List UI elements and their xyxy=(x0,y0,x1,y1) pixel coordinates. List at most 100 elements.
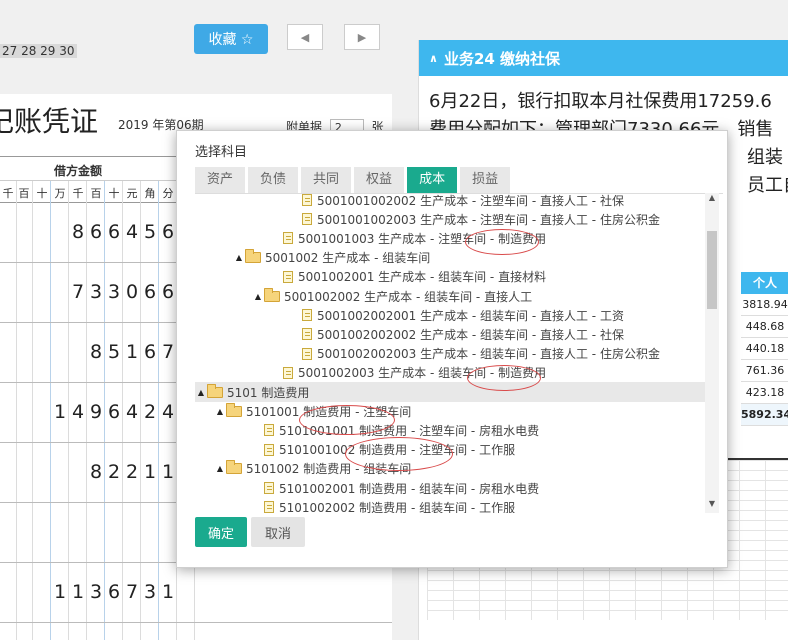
amount-digit: 6 xyxy=(161,221,175,243)
tab-5[interactable]: 损益 xyxy=(460,167,511,193)
expand-toggle-icon[interactable]: ▲ xyxy=(233,253,245,262)
tree-node[interactable]: 5001002002001 生产成本 - 组装车间 - 直接人工 - 工资 xyxy=(195,305,705,325)
amount-digit: 2 xyxy=(125,461,139,483)
tree-node[interactable]: ▲ 5101002 制造费用 - 组装车间 xyxy=(195,459,705,479)
file-icon xyxy=(283,366,293,379)
personal-column-header: 个人 xyxy=(741,272,788,294)
folder-icon xyxy=(226,460,242,475)
select-account-dialog: 选择科目 资产 负债 共同 权益 成本 损益 5001001002002 生产成本 - 注… xyxy=(176,130,728,568)
file-icon xyxy=(302,194,312,206)
tree-node[interactable]: 5101001002 制造费用 - 注塑车间 - 工作服 xyxy=(195,440,705,460)
tab-3[interactable]: 权益 xyxy=(354,167,405,193)
tree-node[interactable]: ▲ 5001002002 生产成本 - 组装车间 - 直接人工 xyxy=(195,286,705,306)
tree-node[interactable]: 5101001001 制造费用 - 注塑车间 - 房租水电费 xyxy=(195,420,705,440)
voucher-entry-row[interactable]: 1136731 xyxy=(0,563,392,623)
next-button[interactable]: ▶ xyxy=(344,24,380,50)
tree-node-label: 5001001003 生产成本 - 注塑车间 - 制造费用 xyxy=(298,231,547,246)
amount-digit: 2 xyxy=(107,461,121,483)
scroll-thumb[interactable] xyxy=(707,231,717,309)
chevron-right-icon: ▶ xyxy=(357,30,367,44)
sheet-col-line xyxy=(739,460,740,620)
digit-header: 百 xyxy=(90,187,102,200)
expand-toggle-icon[interactable]: ▲ xyxy=(214,464,226,473)
file-icon xyxy=(302,309,312,322)
tree-node-label: 5101001001 制造费用 - 注塑车间 - 房租水电费 xyxy=(279,423,540,438)
tree-node[interactable]: ▲ 5101 制造费用 xyxy=(195,382,705,402)
folder-icon xyxy=(245,249,261,264)
expand-toggle-icon[interactable]: ▲ xyxy=(214,407,226,416)
scroll-down-icon[interactable]: ▼ xyxy=(705,499,719,508)
account-category-tabs: 资产 负债 共同 权益 成本 损益 xyxy=(195,167,511,193)
voucher-title: 记账凭证 xyxy=(0,105,99,138)
confirm-button[interactable]: 确定 xyxy=(195,517,247,547)
digit-header: 千 xyxy=(72,187,84,200)
file-icon xyxy=(264,443,274,456)
file-icon xyxy=(283,232,293,245)
tree-node[interactable]: 5001002002003 生产成本 - 组装车间 - 直接人工 - 住房公积金 xyxy=(195,344,705,364)
amount-digit: 1 xyxy=(71,581,85,603)
folder-icon xyxy=(264,287,280,302)
amount-digit: 3 xyxy=(107,281,121,303)
amount-digit: 4 xyxy=(161,401,175,423)
tree-node[interactable]: 5001001003 生产成本 - 注塑车间 - 制造费用 xyxy=(195,228,705,248)
digit-header: 角 xyxy=(144,187,156,200)
amount-digit: 7 xyxy=(71,281,85,303)
tree-node-label: 5001002002003 生产成本 - 组装车间 - 直接人工 - 住房公积金 xyxy=(317,347,660,362)
favorite-button[interactable]: 收藏 ☆ xyxy=(194,24,268,54)
tree-node-label: 5101002001 制造费用 - 组装车间 - 房租水电费 xyxy=(279,481,540,496)
file-icon xyxy=(264,501,274,513)
tree-node[interactable]: 5001002001 生产成本 - 组装车间 - 直接材料 xyxy=(195,267,705,287)
scroll-up-icon[interactable]: ▲ xyxy=(705,193,719,202)
tree-node-label: 5001001002003 生产成本 - 注塑车间 - 直接人工 - 住房公积金 xyxy=(317,212,660,227)
sheet-row-line xyxy=(427,590,788,591)
business-header[interactable]: ∧ 业务24 缴纳社保 xyxy=(419,40,788,76)
sheet-row-line xyxy=(427,600,788,601)
tree-node-label: 5001002002 生产成本 - 组装车间 - 直接人工 xyxy=(284,289,533,304)
amount-digit: 3 xyxy=(89,581,103,603)
tree-node[interactable]: 5101002002 制造费用 - 组装车间 - 工作服 xyxy=(195,497,705,513)
file-icon xyxy=(302,213,312,226)
amount-digit: 7 xyxy=(125,581,139,603)
amount-digit: 0 xyxy=(125,281,139,303)
tree-scrollbar[interactable]: ▲ ▼ xyxy=(705,193,719,513)
amount-digit: 6 xyxy=(107,221,121,243)
tab-2[interactable]: 共同 xyxy=(301,167,352,193)
tree-node[interactable]: 5001002003 生产成本 - 组装车间 - 制造费用 xyxy=(195,363,705,383)
tree-node[interactable]: ▲ 5001002 生产成本 - 组装车间 xyxy=(195,248,705,268)
tab-4[interactable]: 成本 xyxy=(407,167,458,193)
digit-header: 十 xyxy=(36,187,48,200)
amount-digit: 4 xyxy=(125,221,139,243)
file-icon xyxy=(264,424,274,437)
tree-node[interactable]: 5001001002003 生产成本 - 注塑车间 - 直接人工 - 住房公积金 xyxy=(195,209,705,229)
tree-node-label: 5101002002 制造费用 - 组装车间 - 工作服 xyxy=(279,500,516,513)
cancel-button[interactable]: 取消 xyxy=(251,517,305,547)
amount-digit: 4 xyxy=(125,401,139,423)
personal-amount-cell: 3818.94 xyxy=(741,294,788,316)
tab-1[interactable]: 负债 xyxy=(248,167,299,193)
digit-header: 分 xyxy=(162,187,174,200)
expand-toggle-icon[interactable]: ▲ xyxy=(252,292,264,301)
personal-amount-cell: 440.18 xyxy=(741,338,788,360)
debit-header-label: 借方金额 xyxy=(54,164,103,178)
personal-amount-cell: 448.68 xyxy=(741,316,788,338)
sheet-row-line xyxy=(427,580,788,581)
amount-digit: 1 xyxy=(53,581,67,603)
tree-node-label: 5001002002002 生产成本 - 组装车间 - 直接人工 - 社保 xyxy=(317,327,624,342)
tree-node-label: 5001001002002 生产成本 - 注塑车间 - 直接人工 - 社保 xyxy=(317,193,624,208)
chevron-up-icon: ∧ xyxy=(429,51,438,65)
tree-node-label: 5101001 制造费用 - 注塑车间 xyxy=(246,404,412,419)
tab-0[interactable]: 资产 xyxy=(195,167,246,193)
tree-node[interactable]: 5101002001 制造费用 - 组装车间 - 房租水电费 xyxy=(195,478,705,498)
amount-digit: 3 xyxy=(143,581,157,603)
date-strip[interactable]: 27 28 29 30 xyxy=(0,44,77,58)
digit-header: 万 xyxy=(54,187,66,200)
expand-toggle-icon[interactable]: ▲ xyxy=(195,388,207,397)
tree-node[interactable]: ▲ 5101001 制造费用 - 注塑车间 xyxy=(195,401,705,421)
prev-button[interactable]: ◀ xyxy=(287,24,323,50)
tree-node[interactable]: 5001002002002 生产成本 - 组装车间 - 直接人工 - 社保 xyxy=(195,324,705,344)
tree-node[interactable]: 5001001002002 生产成本 - 注塑车间 - 直接人工 - 社保 xyxy=(195,193,705,210)
sheet-row-line xyxy=(427,570,788,571)
digit-header: 元 xyxy=(126,187,138,200)
tree-node-label: 5001002003 生产成本 - 组装车间 - 制造费用 xyxy=(298,366,547,381)
file-icon xyxy=(283,270,293,283)
